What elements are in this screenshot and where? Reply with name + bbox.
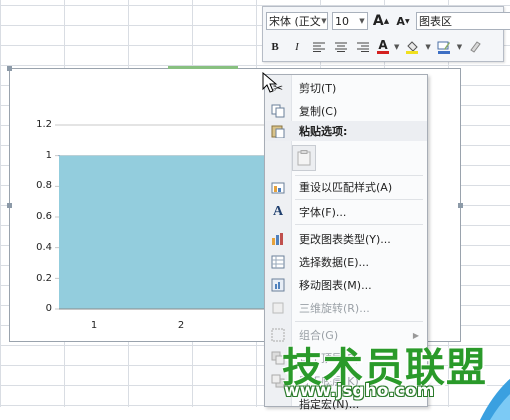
menu-item-label: 复制(C) <box>299 105 338 118</box>
align-left-button[interactable] <box>310 38 328 56</box>
menu-item-label: 剪切(T) <box>299 82 337 95</box>
y-tick-label: 0.2 <box>36 273 52 284</box>
mouse-cursor-icon <box>262 71 278 97</box>
format-painter-button[interactable] <box>466 38 484 56</box>
outline-color-button[interactable] <box>435 38 453 56</box>
x-tick-label: 1 <box>90 320 98 331</box>
grow-font-button[interactable]: A ▲ <box>372 12 390 30</box>
menu-item-paste-options: 粘贴选项: <box>265 121 427 141</box>
menu-separator <box>295 224 423 225</box>
chart-element-value: 图表区 <box>419 15 452 28</box>
italic-button[interactable]: I <box>288 38 306 56</box>
menu-item-change-chart-type[interactable]: 更改图表类型(Y)... <box>265 229 427 249</box>
chart-corner-handle[interactable] <box>7 66 12 71</box>
font-color-icon: A <box>378 38 388 52</box>
chart-side-handle[interactable] <box>7 203 12 208</box>
y-tick-label: 1.2 <box>36 119 52 130</box>
watermark-logo: 技术员联盟 www.jsgho.com <box>282 335 502 407</box>
menu-item-label: 三维旋转(R)... <box>299 302 370 315</box>
paste-icon <box>265 121 291 141</box>
y-tick-label: 1 <box>45 150 52 161</box>
y-tick-label: 0.6 <box>36 211 52 222</box>
menu-item-copy[interactable]: 复制(C) <box>265 101 427 121</box>
shrink-font-button[interactable]: A ▼ <box>394 12 412 30</box>
chart-element-combo[interactable]: 图表区 ▼ <box>416 12 510 30</box>
grow-font-icon: A <box>372 13 384 29</box>
watermark-swoosh-icon <box>480 378 510 420</box>
menu-item-move-chart[interactable]: 移动图表(M)... <box>265 275 427 295</box>
font-name-combo[interactable]: 宋体 (正文 ▼ <box>266 12 328 30</box>
font-color-button[interactable]: A <box>376 38 390 56</box>
paste-option-button[interactable] <box>292 145 316 171</box>
chevron-down-icon: ▼ <box>321 17 327 25</box>
paste-clipboard-icon <box>297 150 311 166</box>
fill-color-button[interactable] <box>403 38 421 56</box>
copy-icon <box>265 101 291 121</box>
menu-item-cut[interactable]: ✂ 剪切(T) <box>265 78 427 98</box>
align-center-icon <box>335 42 347 52</box>
menu-item-label: 字体(F)... <box>299 206 347 219</box>
font-color-swatch <box>377 51 389 54</box>
menu-item-3d-rotation: 三维旋转(R)... <box>265 298 427 318</box>
area-series <box>59 155 274 309</box>
chevron-down-icon: ▼ <box>359 17 365 25</box>
chart-top-handle[interactable] <box>168 66 238 69</box>
menu-item-select-data[interactable]: 选择数据(E)... <box>265 252 427 272</box>
font-name-value: 宋体 (正文 <box>269 15 321 28</box>
align-right-button[interactable] <box>354 38 372 56</box>
menu-item-label: 移动图表(M)... <box>299 279 372 292</box>
y-tick-label: 0 <box>45 303 52 314</box>
menu-item-reset-style[interactable]: 重设以匹配样式(A) <box>265 177 427 197</box>
chevron-down-icon[interactable]: ▼ <box>457 43 462 51</box>
menu-separator <box>295 321 423 322</box>
pen-outline-icon <box>437 41 450 54</box>
data-point <box>58 155 60 157</box>
font-icon: A <box>272 204 284 219</box>
align-center-button[interactable] <box>332 38 350 56</box>
shrink-font-icon: A <box>396 14 405 28</box>
paint-bucket-icon <box>406 41 419 54</box>
rotate-3d-icon <box>265 298 291 318</box>
menu-item-label: 重设以匹配样式(A) <box>299 181 393 194</box>
watermark-url: www.jsgho.com <box>284 381 435 401</box>
select-data-icon <box>265 252 291 272</box>
menu-item-label: 选择数据(E)... <box>299 256 370 269</box>
chart-type-icon <box>265 229 291 249</box>
bold-icon: B <box>271 41 279 53</box>
bold-button[interactable]: B <box>266 38 284 56</box>
y-tick-label: 0.4 <box>36 242 52 253</box>
menu-item-label: 粘贴选项: <box>299 125 348 138</box>
menu-item-font[interactable]: A 字体(F)... <box>265 202 427 222</box>
menu-separator <box>295 199 423 200</box>
align-left-icon <box>313 42 325 52</box>
italic-icon: I <box>295 41 299 53</box>
y-tick-label: 0.8 <box>36 180 52 191</box>
eraser-icon <box>470 41 481 53</box>
menu-item-label: 更改图表类型(Y)... <box>299 233 391 246</box>
menu-separator <box>295 175 423 176</box>
reset-style-icon <box>265 177 291 197</box>
chevron-down-icon[interactable]: ▼ <box>425 43 430 51</box>
font-size-value: 10 <box>335 14 349 28</box>
align-right-icon <box>357 42 369 52</box>
x-tick-label: 2 <box>177 320 185 331</box>
mini-toolbar: 宋体 (正文 ▼ 10 ▼ A▲ A▼ 图表区 ▼ B I A <box>262 6 510 62</box>
move-chart-icon <box>265 275 291 295</box>
font-size-combo[interactable]: 10 ▼ <box>332 12 368 30</box>
chevron-down-icon[interactable]: ▼ <box>394 43 399 51</box>
